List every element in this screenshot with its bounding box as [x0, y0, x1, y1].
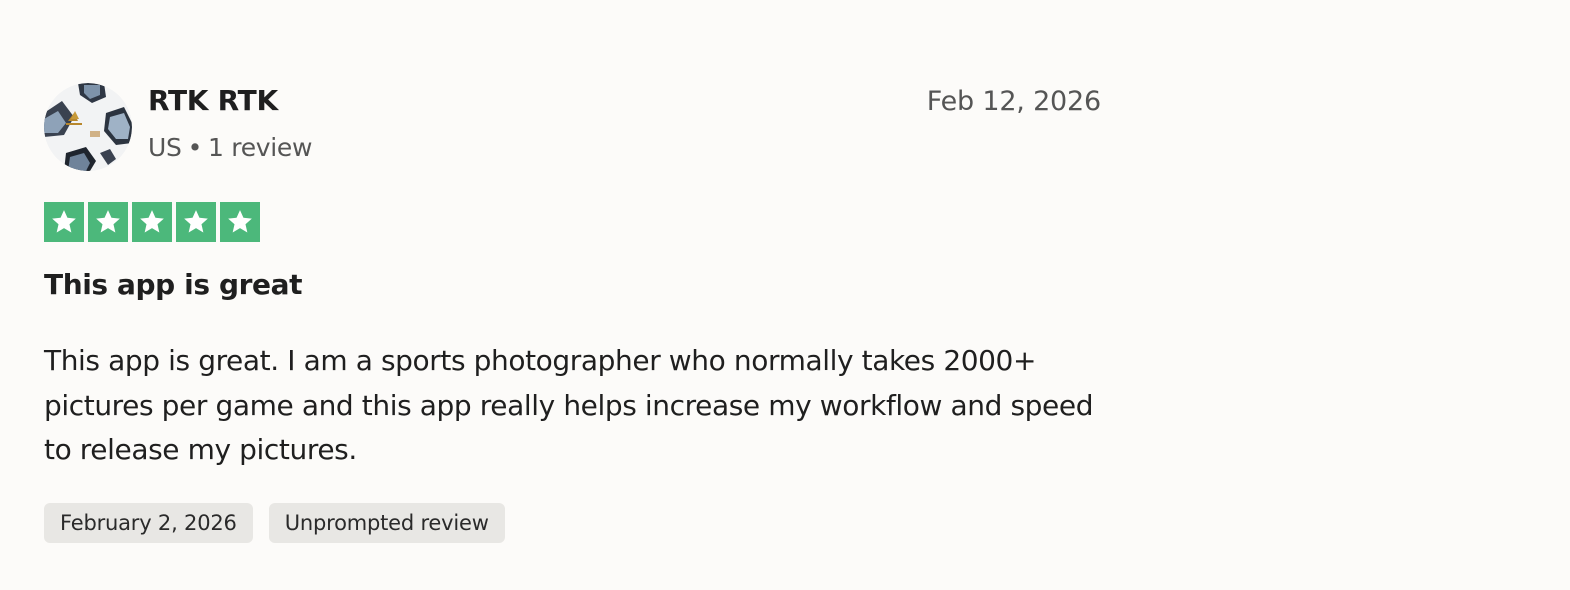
review-type-tag[interactable]: Unprompted review: [268, 503, 505, 543]
star-rating: [44, 202, 260, 242]
star-icon: [44, 202, 84, 242]
star-icon: [88, 202, 128, 242]
star-icon: [176, 202, 216, 242]
review-text: This app is great. I am a sports photogr…: [44, 344, 1094, 466]
review-title[interactable]: This app is great: [44, 268, 303, 301]
experience-date-tag: February 2, 2026: [44, 503, 253, 543]
reviewer-meta: US • 1 review: [148, 133, 312, 162]
reviewer-review-count: 1 review: [208, 133, 313, 162]
meta-separator: •: [187, 133, 203, 162]
reviewer-country: US: [148, 133, 182, 162]
review-card: RTK RTK US • 1 review Feb 12, 2026 This ap…: [0, 0, 1570, 590]
soccer-ball-icon: [44, 83, 132, 171]
avatar[interactable]: [44, 83, 132, 171]
star-icon: [132, 202, 172, 242]
star-icon: [220, 202, 260, 242]
review-tags: February 2, 2026 Unprompted review: [44, 503, 505, 543]
reviewer-name[interactable]: RTK RTK: [148, 84, 278, 117]
review-date: Feb 12, 2026: [926, 86, 1101, 117]
